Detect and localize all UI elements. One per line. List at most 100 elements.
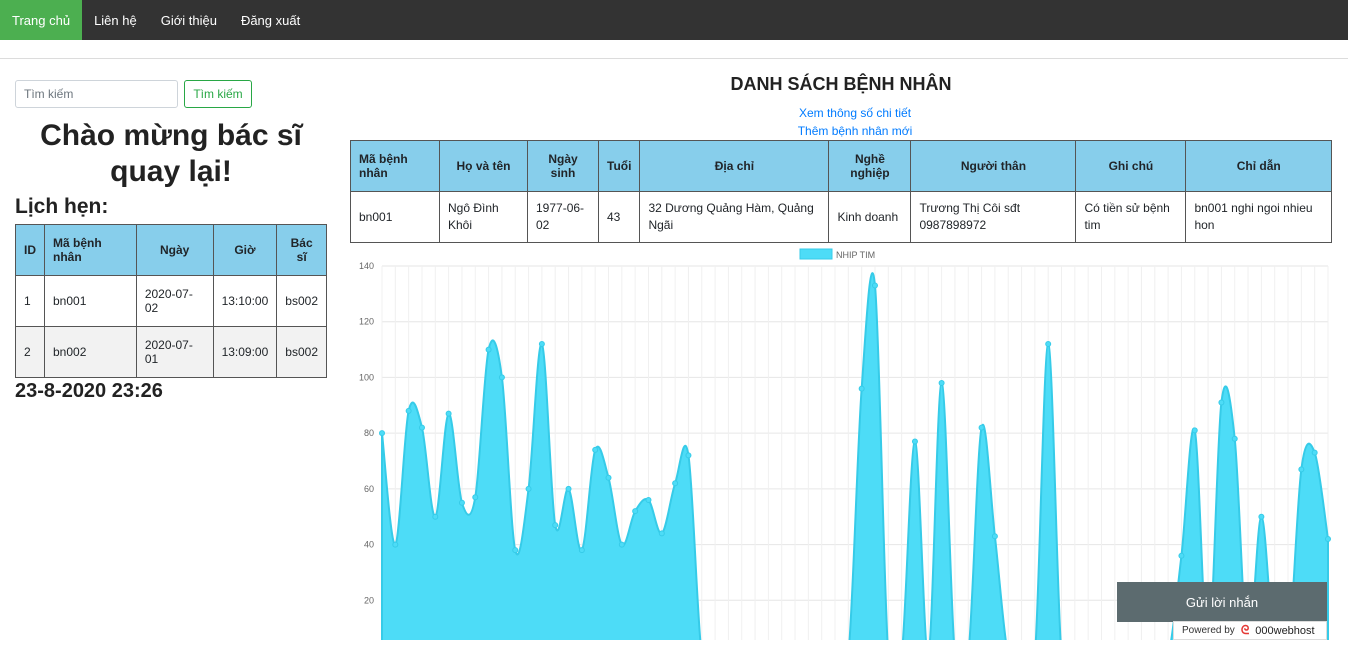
data-point — [565, 485, 572, 492]
powered-by-badge[interactable]: Powered by ᘓ 000webhost — [1173, 621, 1327, 640]
data-point — [1045, 341, 1052, 347]
y-tick-label: 80 — [364, 428, 374, 438]
data-point — [379, 430, 385, 437]
data-point — [1178, 552, 1185, 559]
patients-header-instruction: Chỉ dẫn — [1185, 140, 1332, 192]
data-point — [418, 424, 425, 431]
nav-about[interactable]: Giới thiệu — [149, 0, 229, 40]
legend-label: NHIP TIM — [836, 250, 875, 260]
send-message-button[interactable]: Gửi lời nhắn — [1117, 582, 1327, 622]
webhost-brand: 000webhost — [1255, 624, 1315, 637]
patient-job: Kinh doanh — [828, 191, 912, 243]
data-point — [472, 494, 479, 501]
y-tick-label: 40 — [364, 540, 374, 550]
heart-rate-chart: 20 40 60 80 100 120 140 NHIP TIM — [350, 244, 1332, 658]
appt-date: 2020-07-02 — [135, 275, 214, 327]
patients-header-age: Tuổi — [597, 140, 641, 192]
data-point — [552, 522, 559, 529]
data-point — [392, 541, 399, 548]
data-point — [685, 452, 692, 459]
data-point — [445, 410, 452, 417]
nav-home[interactable]: Trang chủ — [0, 0, 83, 40]
patients-header-code: Mã bệnh nhân — [350, 140, 440, 192]
appt-header-id: ID — [15, 224, 45, 276]
appt-header-patient-code: Mã bệnh nhân — [44, 224, 137, 276]
appt-date: 2020-07-01 — [135, 326, 214, 378]
data-point — [858, 385, 865, 392]
webhost-logo-icon: ᘓ — [1240, 623, 1250, 637]
legend-swatch — [799, 248, 833, 260]
welcome-heading: Chào mừng bác sĩ quay lại! — [40, 119, 302, 188]
data-point — [991, 533, 998, 540]
table-row: 1 bn001 2020-07-02 13:10:00 bs002 — [15, 275, 327, 327]
chart-svg: 20 40 60 80 100 120 140 NHIP TIM — [359, 248, 1331, 658]
data-point — [658, 530, 665, 537]
appt-patient-code: bn002 — [44, 326, 137, 378]
data-point — [538, 341, 545, 347]
data-point — [405, 407, 412, 414]
data-point — [498, 374, 505, 381]
nav-contact[interactable]: Liên hệ — [82, 0, 149, 40]
add-patient-link[interactable]: Thêm bệnh nhân mới — [350, 124, 1348, 138]
patients-header-name: Họ và tên — [439, 140, 528, 192]
appt-time: 13:10:00 — [212, 275, 278, 327]
data-point — [1311, 449, 1318, 456]
data-point — [458, 499, 465, 506]
patients-header-address: Địa chỉ — [639, 140, 830, 192]
appointments-table: ID Mã bệnh nhân Ngày Giờ Bác sĩ 1 bn001 … — [15, 224, 327, 378]
data-point — [672, 480, 679, 487]
appt-header-doctor: Bác sĩ — [276, 224, 327, 276]
data-point — [1218, 399, 1225, 406]
y-tick-label: 120 — [359, 317, 374, 327]
powered-by-text: Powered by — [1182, 625, 1235, 636]
data-point — [938, 380, 945, 386]
appt-patient-code: bn001 — [44, 275, 137, 327]
data-point — [618, 541, 625, 548]
appt-id: 2 — [15, 326, 45, 378]
data-point — [871, 282, 878, 289]
current-datetime: 23-8-2020 23:26 — [15, 380, 163, 402]
patients-header-relative: Người thân — [910, 140, 1077, 192]
appt-id: 1 — [15, 275, 45, 327]
y-tick-label: 140 — [359, 261, 374, 271]
patient-note: Có tiền sử bệnh tim — [1075, 191, 1187, 243]
data-point — [632, 508, 639, 515]
data-point — [485, 346, 492, 353]
y-tick-label: 60 — [364, 484, 374, 494]
table-row: bn001 Ngô Đình Khôi 1977-06-02 43 32 Dươ… — [350, 191, 1332, 243]
patient-relative: Trương Thị Côi sđt 0987898972 — [910, 191, 1077, 243]
patients-header-job: Nghề nghiệp — [828, 140, 912, 192]
nav-logout[interactable]: Đăng xuất — [229, 0, 312, 40]
patients-header-note: Ghi chú — [1075, 140, 1187, 192]
patient-age: 43 — [597, 191, 641, 243]
y-tick-label: 100 — [359, 372, 374, 382]
search-input[interactable] — [15, 80, 178, 108]
data-point — [645, 497, 652, 503]
data-point — [605, 474, 612, 481]
data-point — [578, 547, 585, 554]
top-navbar: Trang chủ Liên hệ Giới thiệu Đăng xuất — [0, 0, 1348, 40]
y-tick-label: 20 — [364, 595, 374, 605]
data-point — [1325, 536, 1331, 542]
data-point — [911, 438, 918, 445]
view-details-link[interactable]: Xem thông số chi tiết — [350, 106, 1348, 120]
data-point — [978, 424, 985, 431]
appointments-heading: Lịch hẹn: — [15, 195, 109, 218]
appt-header-date: Ngày — [135, 224, 214, 276]
patients-title: DANH SÁCH BỆNH NHÂN — [730, 74, 952, 94]
appt-header-time: Giờ — [212, 224, 278, 276]
patient-instruction: bn001 nghi ngoi nhieu hon — [1185, 191, 1332, 243]
data-point — [1258, 513, 1265, 520]
search-button[interactable]: Tìm kiếm — [184, 80, 252, 108]
data-point — [592, 446, 599, 453]
data-point — [512, 547, 519, 554]
patient-name: Ngô Đình Khôi — [439, 191, 528, 243]
appt-doctor: bs002 — [276, 275, 327, 327]
data-point — [1298, 466, 1305, 473]
patients-table: Mã bệnh nhân Họ và tên Ngày sinh Tuổi Đị… — [350, 140, 1332, 243]
data-point — [432, 513, 439, 520]
table-row: 2 bn002 2020-07-01 13:09:00 bs002 — [15, 326, 327, 378]
appt-time: 13:09:00 — [212, 326, 278, 378]
patient-code: bn001 — [350, 191, 440, 243]
data-point — [1231, 435, 1238, 442]
